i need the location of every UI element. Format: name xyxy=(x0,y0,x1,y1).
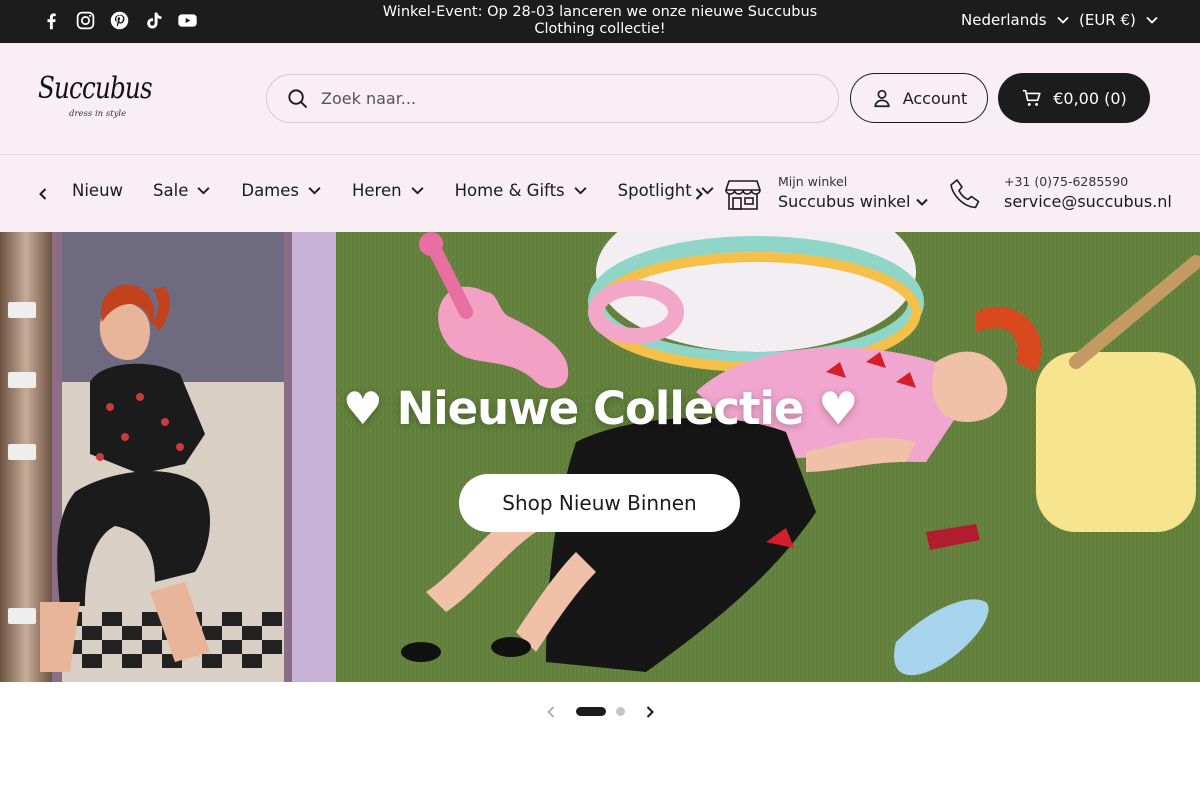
announcement-bar: Winkel-Event: Op 28-03 lanceren we onze … xyxy=(0,0,1200,43)
shop-new-arrivals-button[interactable]: Shop Nieuw Binnen xyxy=(459,474,740,532)
nav-menu: Nieuw Sale Dames Heren Home & Gifts Spot… xyxy=(72,181,745,200)
carousel-prev-button[interactable] xyxy=(541,702,561,722)
nav-item-label: Nieuw xyxy=(72,181,124,200)
social-links xyxy=(40,9,198,31)
nav-item-label: Heren xyxy=(352,181,402,200)
hero-title: ♥ Nieuwe Collectie ♥ xyxy=(342,382,859,435)
phone-icon xyxy=(950,179,980,209)
logo-wordmark: Succubus xyxy=(38,71,153,106)
caravan-illustration xyxy=(0,232,336,682)
nav-item-nieuw[interactable]: Nieuw xyxy=(72,181,123,200)
contact-details: +31 (0)75-6285590 service@succubus.nl xyxy=(1004,174,1172,214)
contact-phone[interactable]: +31 (0)75-6285590 xyxy=(1004,174,1172,190)
store-name-row: Succubus winkel xyxy=(778,190,929,214)
announcement-text: Winkel-Event: Op 28-03 lanceren we onze … xyxy=(382,4,818,37)
chevron-right-icon xyxy=(695,188,703,200)
chevron-down-icon xyxy=(1056,16,1069,24)
chevron-down-icon xyxy=(916,198,929,206)
nav-item-label: Sale xyxy=(153,181,189,200)
cart-icon xyxy=(1023,89,1041,106)
pinterest-icon[interactable] xyxy=(108,9,130,31)
nav-item-heren[interactable]: Heren xyxy=(352,181,425,200)
currency-selector[interactable]: (EUR €) xyxy=(1079,11,1159,29)
account-button[interactable]: Account xyxy=(850,73,988,123)
store-icon xyxy=(725,180,761,210)
nav-item-dames[interactable]: Dames xyxy=(241,181,322,200)
chevron-left-icon xyxy=(39,188,47,200)
user-icon xyxy=(873,89,890,108)
chevron-down-icon xyxy=(1146,16,1158,24)
logo[interactable]: Succubus dress in style xyxy=(38,71,153,125)
search-icon xyxy=(288,89,307,108)
cart-button[interactable]: €0,00 (0) xyxy=(998,73,1150,123)
contact-info: +31 (0)75-6285590 service@succubus.nl xyxy=(948,174,1172,214)
site-header: Succubus dress in style Account €0,00 (0… xyxy=(0,43,1200,154)
chevron-down-icon xyxy=(411,187,424,195)
logo-tagline: dress in style xyxy=(69,109,127,119)
contact-email[interactable]: service@succubus.nl xyxy=(1004,190,1172,214)
nav-item-label: Dames xyxy=(241,181,299,200)
nav-item-label: Home & Gifts xyxy=(454,181,565,200)
store-info: Mijn winkel Succubus winkel xyxy=(778,174,929,214)
main-navigation: Nieuw Sale Dames Heren Home & Gifts Spot… xyxy=(0,154,1200,232)
nav-item-home-gifts[interactable]: Home & Gifts xyxy=(455,181,588,200)
account-label: Account xyxy=(902,88,968,108)
youtube-icon[interactable] xyxy=(176,9,198,31)
store-selector[interactable]: Mijn winkel Succubus winkel xyxy=(724,174,929,214)
cart-total: €0,00 (0) xyxy=(1053,88,1127,108)
language-selector[interactable]: Nederlands xyxy=(961,11,1070,29)
lawn-illustration xyxy=(336,232,1200,682)
chevron-right-icon xyxy=(646,706,654,718)
chevron-down-icon xyxy=(197,187,210,195)
search-bar[interactable] xyxy=(266,74,839,123)
carousel-dot-active[interactable] xyxy=(576,707,606,716)
hero-photo-lawn xyxy=(336,232,1200,682)
chevron-down-icon xyxy=(574,187,587,195)
instagram-icon[interactable] xyxy=(74,9,96,31)
facebook-icon[interactable] xyxy=(40,9,62,31)
chevron-down-icon xyxy=(308,187,321,195)
currency-label: (EUR €) xyxy=(1079,11,1136,29)
store-caption: Mijn winkel xyxy=(778,174,848,189)
hero-photo-caravan xyxy=(0,232,336,682)
nav-scroll-left[interactable] xyxy=(34,183,52,205)
carousel-next-button[interactable] xyxy=(640,702,660,722)
language-label: Nederlands xyxy=(961,11,1047,29)
tiktok-icon[interactable] xyxy=(142,9,164,31)
search-input[interactable] xyxy=(321,89,801,108)
hero-banner: ♥ Nieuwe Collectie ♥ Shop Nieuw Binnen xyxy=(0,232,1200,682)
carousel-dot[interactable] xyxy=(616,707,625,716)
nav-scroll-right[interactable] xyxy=(690,183,708,205)
chevron-left-icon xyxy=(547,706,555,718)
nav-item-label: Spotlight xyxy=(617,181,692,200)
nav-item-sale[interactable]: Sale xyxy=(153,181,211,200)
store-name: Succubus winkel xyxy=(778,192,911,211)
